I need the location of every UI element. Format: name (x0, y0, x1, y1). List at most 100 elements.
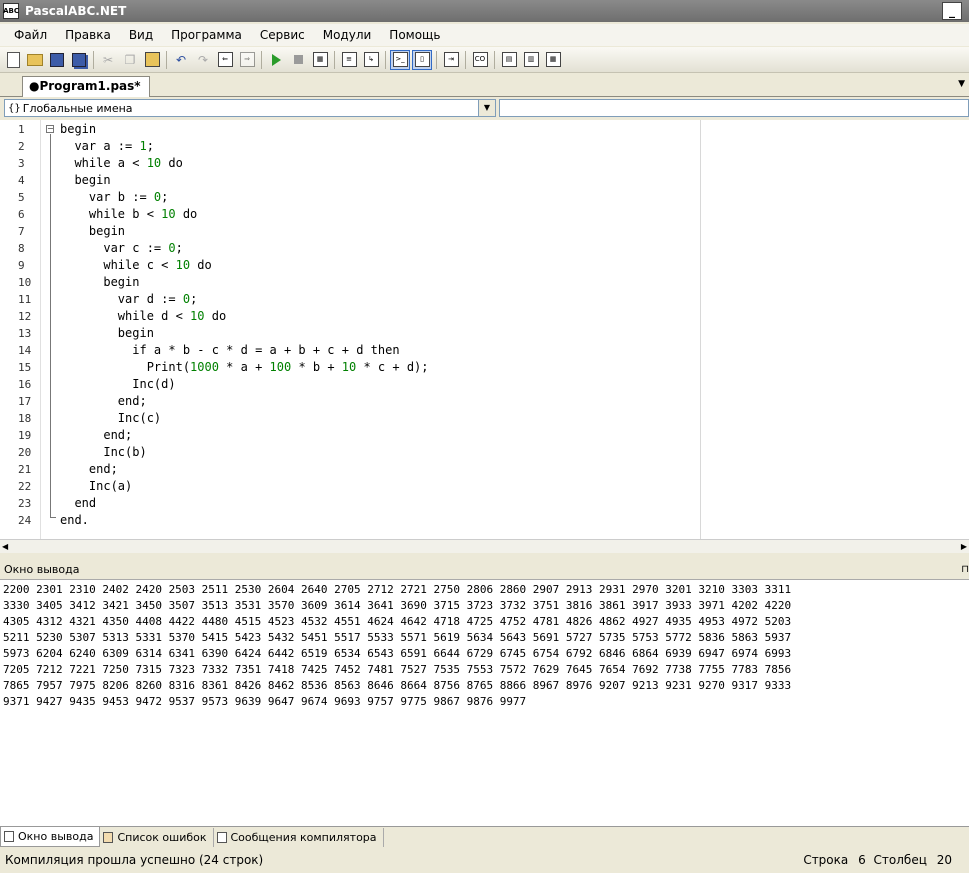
output-line: 3330 3405 3412 3421 3450 3507 3513 3531 … (3, 599, 792, 612)
member-select[interactable] (499, 99, 969, 117)
row-label: Строка (803, 853, 849, 867)
code-line: begin (60, 326, 154, 340)
save-icon[interactable] (47, 50, 67, 70)
code-line: end. (60, 513, 89, 527)
output-line: 5973 6204 6240 6309 6314 6341 6390 6424 … (3, 647, 792, 660)
scope-selected-value: Глобальные имена (22, 101, 133, 115)
output-window[interactable]: 2200 2301 2310 2402 2420 2503 2511 2530 … (0, 579, 969, 826)
tab-compiler-messages-label: Сообщения компилятора (230, 830, 377, 844)
output-line: 9371 9427 9435 9453 9472 9537 9573 9639 … (3, 695, 527, 708)
fold-collapse-icon[interactable]: − (46, 125, 54, 133)
code-line: Inc(b) (60, 445, 147, 459)
menu-help[interactable]: Помощь (381, 28, 448, 42)
col-label: Столбец (873, 853, 927, 867)
toolbar-separator (494, 50, 495, 69)
redo-icon[interactable]: ↷ (193, 50, 213, 70)
error-list-icon (103, 831, 114, 843)
line-number: 11 (18, 293, 32, 306)
output-line: 5211 5230 5307 5313 5331 5370 5415 5423 … (3, 631, 792, 644)
namespace-braces-icon: {} (8, 102, 21, 114)
code-line: begin (60, 275, 140, 289)
code-line: var d := 0; (60, 292, 198, 306)
code-line: Print(1000 * a + 100 * b + 10 * c + d); (60, 360, 429, 374)
minimize-button[interactable]: _ (942, 2, 962, 20)
title-bar: ABC PascalABC.NET _ (0, 0, 969, 22)
new-file-icon[interactable] (3, 50, 23, 70)
app-logo-text: ABC (3, 7, 19, 15)
pin-icon[interactable]: ⊓ (961, 561, 969, 579)
code-line: var b := 0; (60, 190, 169, 204)
code-line: while b < 10 do (60, 207, 198, 221)
tab-list-dropdown-icon[interactable]: ▼ (958, 79, 965, 89)
app-logo-icon: ABC (3, 3, 19, 19)
line-number: 3 (18, 157, 25, 170)
tab-program1[interactable]: ●Program1.pas* (22, 76, 150, 97)
toolbar-separator (166, 50, 167, 69)
col-value: 20 (936, 853, 952, 867)
line-number: 5 (18, 191, 25, 204)
code-line: Inc(d) (60, 377, 176, 391)
cut-icon[interactable]: ✂ (98, 50, 118, 70)
toolbar: ✂ ❐ ↶ ↷ ⇐ ⇒ ▦ ≡ ↳ >_ ▯ ⇥ CO ▤ ▥ ▦ (0, 47, 969, 73)
step-forward-icon[interactable]: ⇒ (237, 50, 257, 70)
toggle-split-icon[interactable]: ▯ (412, 49, 432, 70)
code-line: while a < 10 do (60, 156, 183, 170)
form-icon[interactable]: ▥ (521, 50, 541, 70)
code-line: var a := 1; (60, 139, 154, 153)
line-number: 24 (18, 514, 32, 527)
code-line: while d < 10 do (60, 309, 227, 323)
navigate-icon[interactable]: ⇥ (441, 50, 461, 70)
toolbar-separator (93, 50, 94, 69)
code-line: begin (60, 224, 126, 238)
menu-file[interactable]: Файл (6, 28, 55, 42)
output-window-icon (4, 831, 14, 842)
fold-guide-line (50, 134, 51, 517)
save-all-icon[interactable] (69, 50, 89, 70)
line-number: 15 (18, 361, 32, 374)
code-line: Inc(c) (60, 411, 162, 425)
scroll-right-icon[interactable]: ▶ (961, 542, 967, 551)
scroll-left-icon[interactable]: ◀ (2, 542, 8, 551)
output-line: 7865 7957 7975 8206 8260 8316 8361 8426 … (3, 679, 792, 692)
toolbar-separator (385, 50, 386, 69)
step-back-icon[interactable]: ⇐ (215, 50, 235, 70)
output-line: 2200 2301 2310 2402 2420 2503 2511 2530 … (3, 583, 792, 596)
editor-horizontal-scrollbar[interactable]: ◀ ▶ (0, 539, 969, 553)
line-number: 10 (18, 276, 32, 289)
status-bar: Компиляция прошла успешно (24 строк) Стр… (0, 849, 969, 873)
menu-modules[interactable]: Модули (315, 28, 380, 42)
code-editor[interactable]: 1 2 3 4 5 6 7 8 9 10 11 12 13 14 15 16 17 18 19 20 21 22 23 24 … (0, 120, 969, 539)
tab-error-list[interactable]: Список ошибок (100, 827, 214, 847)
menu-view[interactable]: Вид (121, 28, 161, 42)
scope-dropdown-arrow-icon[interactable]: ▼ (478, 100, 495, 116)
row-value: 6 (858, 853, 866, 867)
run-icon[interactable] (266, 50, 286, 70)
toggle-console-icon[interactable]: >_ (390, 49, 410, 70)
debug-step-over-icon[interactable]: ↳ (361, 50, 381, 70)
debug-step-icon[interactable]: ≡ (339, 50, 359, 70)
tab-output-window[interactable]: Окно вывода (0, 827, 101, 847)
menu-program[interactable]: Программа (163, 28, 250, 42)
line-number: 7 (18, 225, 25, 238)
compile-icon[interactable]: ▦ (310, 50, 330, 70)
line-number: 22 (18, 480, 32, 493)
open-folder-icon[interactable] (25, 50, 45, 70)
line-number: 18 (18, 412, 32, 425)
copy-icon[interactable]: ❐ (120, 50, 140, 70)
menu-edit[interactable]: Правка (57, 28, 119, 42)
code-icon[interactable]: CO (470, 50, 490, 70)
menu-service[interactable]: Сервис (252, 28, 313, 42)
grid-icon[interactable]: ▦ (543, 50, 563, 70)
toolbar-separator (436, 50, 437, 69)
right-margin-line (700, 120, 701, 539)
paste-icon[interactable] (142, 50, 162, 70)
tab-compiler-messages[interactable]: Сообщения компилятора (214, 827, 384, 847)
stop-icon[interactable] (288, 50, 308, 70)
output-panel-title: Окно вывода (4, 563, 80, 576)
code-line: while c < 10 do (60, 258, 212, 272)
line-number: 19 (18, 429, 32, 442)
designer-icon[interactable]: ▤ (499, 50, 519, 70)
line-number: 14 (18, 344, 32, 357)
undo-icon[interactable]: ↶ (171, 50, 191, 70)
scope-select[interactable]: {} Глобальные имена ▼ (4, 99, 496, 117)
